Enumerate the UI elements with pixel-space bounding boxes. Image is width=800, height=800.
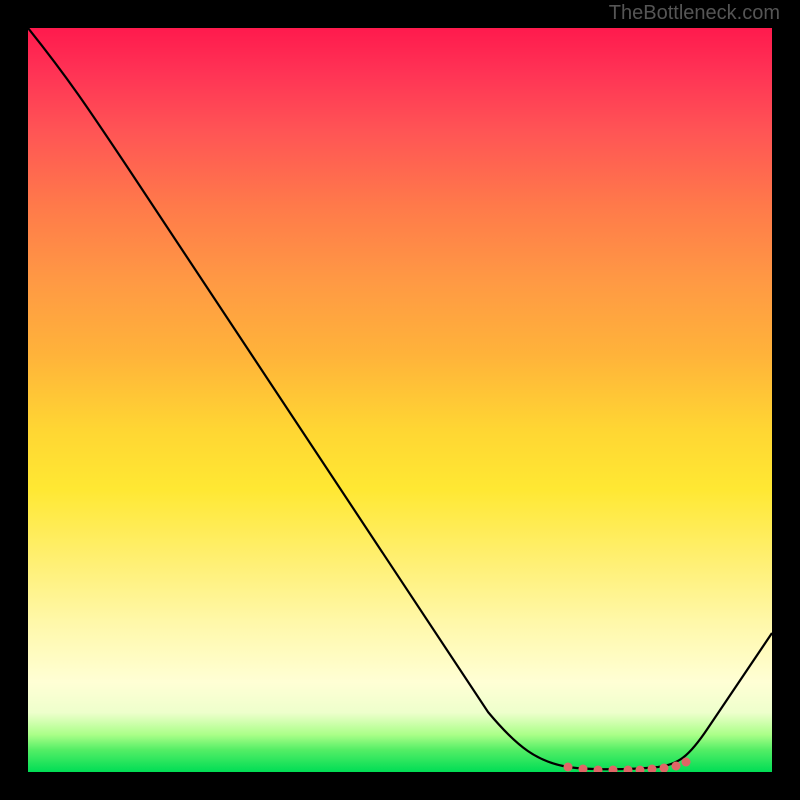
bottleneck-curve xyxy=(28,28,772,769)
marker-dot xyxy=(594,766,603,773)
marker-dot xyxy=(672,762,681,771)
marker-dot xyxy=(609,766,618,773)
marker-dot xyxy=(636,766,645,773)
plot-area xyxy=(28,28,772,772)
marker-dot xyxy=(564,763,573,772)
watermark-text: TheBottleneck.com xyxy=(609,2,780,25)
marker-dot xyxy=(648,765,657,773)
curve-svg xyxy=(28,28,772,772)
marker-dot xyxy=(579,765,588,773)
marker-dot xyxy=(624,766,633,773)
marker-dot xyxy=(682,758,691,767)
chart-container: TheBottleneck.com xyxy=(0,0,800,800)
